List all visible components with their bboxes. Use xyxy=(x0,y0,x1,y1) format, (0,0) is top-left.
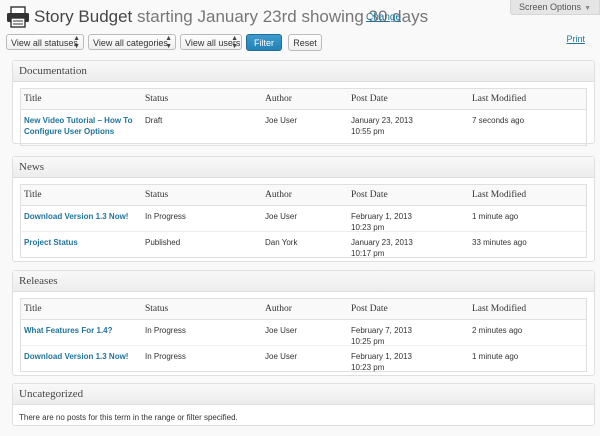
post-title-link[interactable]: Project Status xyxy=(24,237,142,248)
post-last-modified: 33 minutes ago xyxy=(472,238,527,247)
column-status: Status xyxy=(145,190,169,200)
column-title: Title xyxy=(24,190,42,200)
column-last-modified: Last Modified xyxy=(472,94,527,104)
post-author: Dan York xyxy=(265,238,298,247)
post-status: Draft xyxy=(145,116,163,125)
post-author: Joe User xyxy=(265,352,298,361)
column-author: Author xyxy=(265,190,292,200)
post-date: February 7, 2013 10:25 pm xyxy=(351,325,461,347)
posts-table: Title Status Author Post Date Last Modif… xyxy=(20,298,587,372)
filter-button[interactable]: Filter xyxy=(246,34,282,51)
post-title-link[interactable]: Download Version 1.3 Now! xyxy=(24,351,142,362)
table-row: New Video Tutorial – How To Configure Us… xyxy=(21,110,586,145)
posts-table: Title Status Author Post Date Last Modif… xyxy=(20,88,587,146)
section-news: News Title Status Author Post Date Last … xyxy=(12,156,595,262)
post-date-day: January 23, 2013 xyxy=(351,116,413,125)
post-date: January 23, 2013 10:17 pm xyxy=(351,237,461,259)
category-filter-value: View all categories xyxy=(93,38,168,48)
post-author: Joe User xyxy=(265,326,298,335)
post-title-line[interactable]: Configure User Options xyxy=(24,127,114,136)
status-filter-value: View all statuses xyxy=(11,38,78,48)
category-filter-select[interactable]: View all categories ▲ ▼ xyxy=(88,34,176,50)
table-header: Title Status Author Post Date Last Modif… xyxy=(21,299,586,320)
section-heading: Documentation xyxy=(13,61,594,82)
post-date-day: February 1, 2013 xyxy=(351,212,412,221)
column-author: Author xyxy=(265,94,292,104)
column-author: Author xyxy=(265,304,292,314)
section-heading: Uncategorized xyxy=(13,384,594,405)
section-documentation: Documentation Title Status Author Post D… xyxy=(12,60,595,146)
post-author: Joe User xyxy=(265,116,298,125)
post-status: Published xyxy=(145,238,181,247)
table-row: Download Version 1.3 Now! In Progress Jo… xyxy=(21,206,586,232)
post-date-time: 10:25 pm xyxy=(351,337,385,346)
post-date-day: February 1, 2013 xyxy=(351,352,412,361)
table-row: Project Status Published Dan York Januar… xyxy=(21,232,586,259)
user-filter-select[interactable]: View all users ▲ ▼ xyxy=(180,34,242,50)
column-last-modified: Last Modified xyxy=(472,190,527,200)
post-date: February 1, 2013 10:23 pm xyxy=(351,351,461,373)
post-status: In Progress xyxy=(145,352,186,361)
post-date-day: January 23, 2013 xyxy=(351,238,413,247)
post-status: In Progress xyxy=(145,326,186,335)
section-uncategorized: Uncategorized There are no posts for thi… xyxy=(12,383,595,426)
table-row: What Features For 1.4? In Progress Joe U… xyxy=(21,320,586,346)
column-status: Status xyxy=(145,304,169,314)
column-last-modified: Last Modified xyxy=(472,304,527,314)
print-link[interactable]: Print xyxy=(566,34,585,44)
post-date-time: 10:23 pm xyxy=(351,363,385,372)
column-title: Title xyxy=(24,304,42,314)
select-arrows-icon: ▲ ▼ xyxy=(231,35,238,50)
select-arrows-icon: ▲ ▼ xyxy=(165,35,172,50)
column-title: Title xyxy=(24,94,42,104)
table-header: Title Status Author Post Date Last Modif… xyxy=(21,185,586,206)
post-last-modified: 1 minute ago xyxy=(472,352,519,361)
post-date-time: 10:55 pm xyxy=(351,127,385,136)
post-status: In Progress xyxy=(145,212,186,221)
post-date: January 23, 2013 10:55 pm xyxy=(351,115,461,137)
screen-options-button[interactable]: Screen Options ▼ xyxy=(510,0,600,15)
empty-message: There are no posts for this term in the … xyxy=(19,413,238,422)
page-title-text: Story Budget xyxy=(34,7,133,26)
status-filter-select[interactable]: View all statuses ▲ ▼ xyxy=(6,34,84,50)
column-post-date: Post Date xyxy=(351,94,388,104)
post-title-link[interactable]: New Video Tutorial – How To Configure Us… xyxy=(24,115,142,137)
chevron-down-icon: ▼ xyxy=(584,5,591,12)
post-date-time: 10:17 pm xyxy=(351,249,385,258)
printer-icon xyxy=(6,6,30,28)
section-heading: Releases xyxy=(13,271,594,292)
screen-options-label: Screen Options xyxy=(519,2,582,12)
post-title-link[interactable]: What Features For 1.4? xyxy=(24,325,142,336)
post-date-day: February 7, 2013 xyxy=(351,326,412,335)
post-author: Joe User xyxy=(265,212,298,221)
column-post-date: Post Date xyxy=(351,190,388,200)
post-title-link[interactable]: Download Version 1.3 Now! xyxy=(24,211,142,222)
column-status: Status xyxy=(145,94,169,104)
table-header: Title Status Author Post Date Last Modif… xyxy=(21,89,586,110)
section-releases: Releases Title Status Author Post Date L… xyxy=(12,270,595,376)
post-date-time: 10:23 pm xyxy=(351,223,385,232)
select-arrows-icon: ▲ ▼ xyxy=(73,35,80,50)
post-date: February 1, 2013 10:23 pm xyxy=(351,211,461,233)
post-title-line[interactable]: New Video Tutorial – How To xyxy=(24,116,132,125)
column-post-date: Post Date xyxy=(351,304,388,314)
posts-table: Title Status Author Post Date Last Modif… xyxy=(20,184,587,258)
table-row: Download Version 1.3 Now! In Progress Jo… xyxy=(21,346,586,373)
section-heading: News xyxy=(13,157,594,178)
post-last-modified: 1 minute ago xyxy=(472,212,519,221)
reset-button[interactable]: Reset xyxy=(288,34,322,51)
post-last-modified: 7 seconds ago xyxy=(472,116,525,125)
change-range-link[interactable]: Change xyxy=(366,12,401,23)
post-last-modified: 2 minutes ago xyxy=(472,326,523,335)
